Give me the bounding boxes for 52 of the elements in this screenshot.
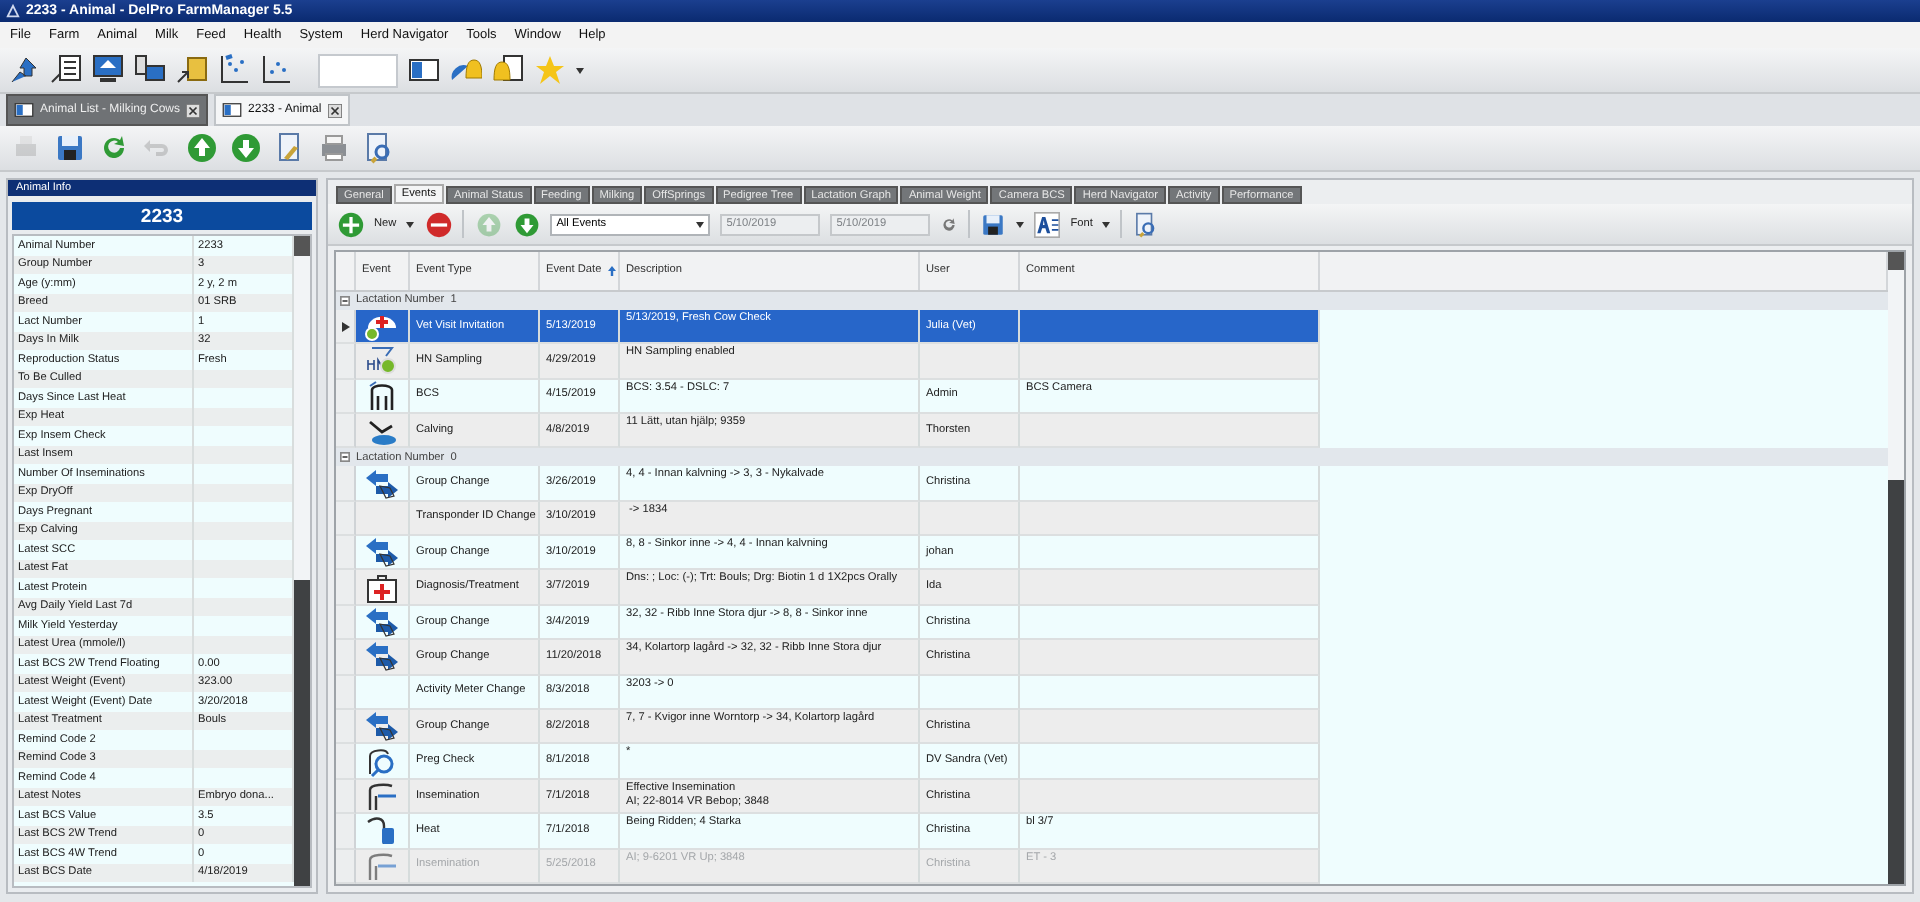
- up-arrow-button[interactable]: [184, 131, 218, 165]
- clinic-icon: [362, 310, 402, 342]
- new-button[interactable]: [336, 210, 364, 238]
- monitor-icon[interactable]: [92, 54, 124, 86]
- printer-button[interactable]: [316, 131, 350, 165]
- folder-arrow-icon[interactable]: [176, 54, 208, 86]
- refresh-icon[interactable]: [940, 215, 959, 233]
- close-icon[interactable]: [327, 103, 342, 117]
- caret-icon: [576, 67, 584, 73]
- caret-icon: [1016, 221, 1025, 227]
- sampling-badge-icon: [362, 344, 402, 377]
- down-arrow-button[interactable]: [228, 131, 262, 165]
- caret-icon: [406, 221, 415, 227]
- star-icon[interactable]: [534, 54, 566, 86]
- animal-number-banner: 2233: [12, 202, 312, 230]
- printer-icon: [317, 132, 349, 164]
- caret-icon: [1102, 221, 1111, 227]
- group-change-icon: [362, 536, 402, 569]
- document-list-icon[interactable]: [50, 54, 82, 86]
- id-card-icon: [222, 100, 243, 120]
- font-icon[interactable]: [1034, 211, 1061, 237]
- caret-icon: [696, 221, 705, 227]
- pipette-icon: [364, 849, 400, 882]
- row-pointer-icon: [341, 321, 349, 331]
- search-field[interactable]: [318, 53, 398, 87]
- scatter-chart-icon[interactable]: [260, 54, 292, 86]
- app-icon: [6, 4, 20, 18]
- bell-document-icon[interactable]: [492, 54, 524, 86]
- move-down-button[interactable]: [512, 210, 541, 238]
- bell-icon[interactable]: [450, 54, 482, 86]
- first-aid-kit-icon: [364, 571, 400, 604]
- close-icon[interactable]: [186, 103, 201, 117]
- group-change-icon: [362, 640, 402, 673]
- group-change-icon: [362, 467, 402, 499]
- computers-icon[interactable]: [134, 54, 166, 86]
- pipette-icon: [364, 780, 400, 813]
- magnifier-document-icon[interactable]: [1132, 211, 1159, 237]
- group-change-icon: [362, 606, 402, 639]
- magnifier-document-icon: [361, 132, 393, 164]
- group-change-icon: [362, 710, 402, 743]
- cow-leg-icon: [364, 814, 400, 847]
- save-button[interactable]: [52, 131, 86, 165]
- house-arrow-icon[interactable]: [8, 54, 40, 86]
- export-icon[interactable]: [980, 211, 1007, 237]
- delete-button[interactable]: [424, 210, 453, 238]
- save-icon: [53, 132, 85, 164]
- collapse-icon[interactable]: [340, 452, 350, 463]
- scatter-chart-icon[interactable]: [218, 54, 250, 86]
- id-card-icon[interactable]: [408, 54, 440, 86]
- collapse-icon[interactable]: [340, 295, 350, 306]
- document-wrench-icon: [273, 132, 305, 164]
- document-list-icon: [14, 100, 34, 120]
